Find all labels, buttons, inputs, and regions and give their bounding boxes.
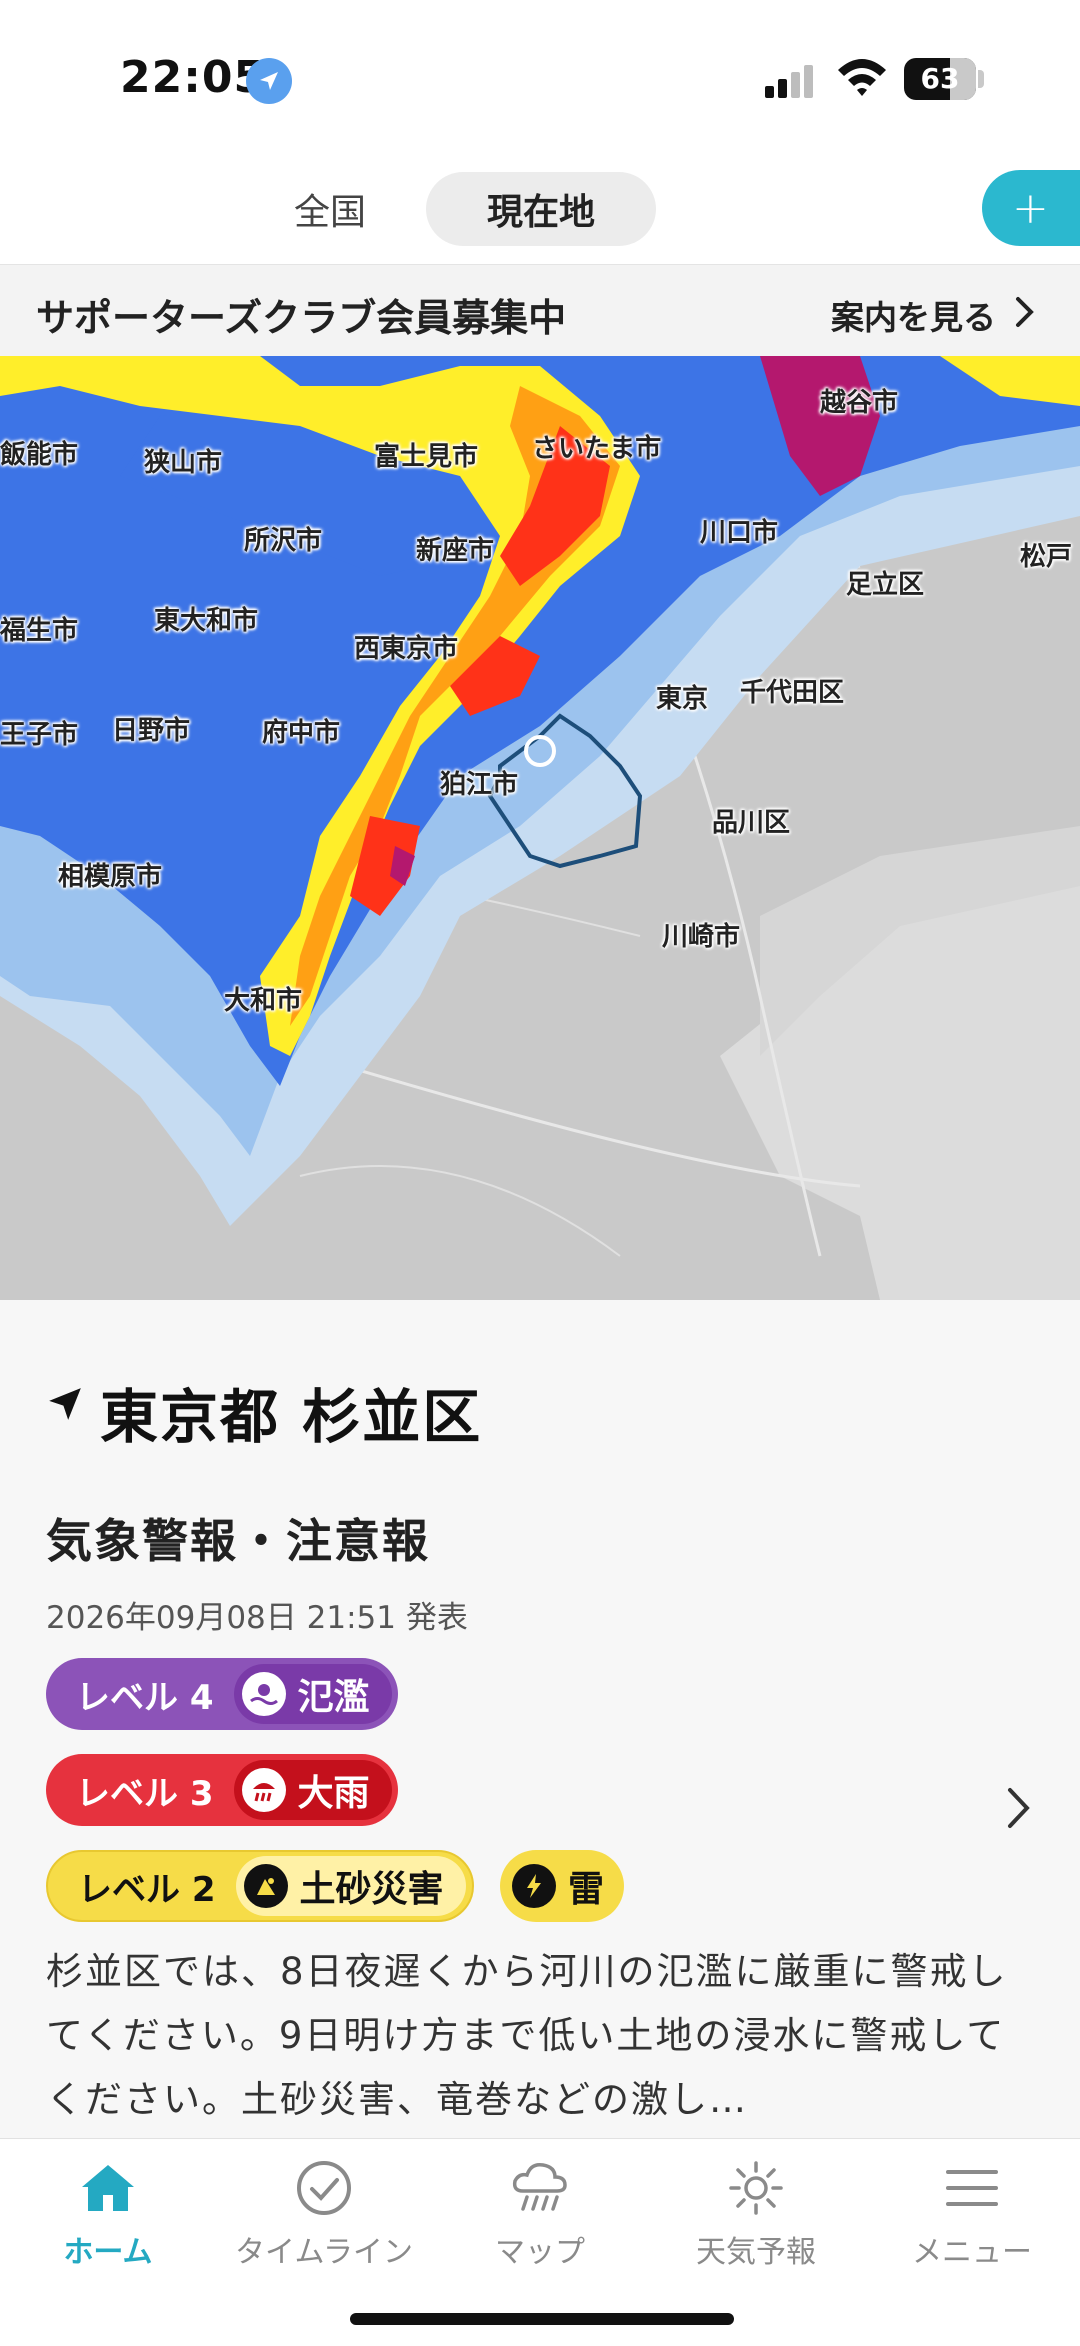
nav-forecast-label: 天気予報: [696, 2235, 816, 2270]
warning-thunder[interactable]: 雷: [500, 1850, 625, 1922]
map-label-yamato: 大和市: [224, 986, 303, 1016]
map-label-niiza: 新座市: [416, 536, 495, 566]
map-label-fujimi: 富士見市: [374, 442, 479, 472]
warning-level2-label: レベル 2: [78, 1869, 216, 1910]
map-label-higashiyamato: 東大和市: [154, 606, 259, 636]
home-icon: [0, 2153, 216, 2223]
nav-menu[interactable]: メニュー: [864, 2153, 1080, 2273]
nav-timeline-label: タイムライン: [235, 2235, 413, 2270]
add-location-button[interactable]: +: [982, 170, 1080, 246]
battery-icon: 63: [904, 58, 976, 100]
sun-icon: [648, 2153, 864, 2223]
map-label-adachi: 足立区: [846, 570, 925, 600]
map-label-saitama: さいたま市: [532, 434, 662, 464]
map-label-chiyoda: 千代田区: [740, 678, 845, 708]
nav-menu-label: メニュー: [912, 2235, 1032, 2270]
map-label-kawaguchi: 川口市: [700, 518, 779, 548]
menu-icon: [864, 2153, 1080, 2223]
location-title: 東京都 杉並区: [100, 1383, 483, 1451]
nav-timeline[interactable]: タイムライン: [216, 2153, 432, 2273]
map-label-tokorozawa: 所沢市: [244, 526, 323, 556]
warning-level2-landslide[interactable]: レベル 2 土砂災害: [46, 1850, 474, 1922]
location-services-icon: [246, 58, 292, 104]
heavy-rain-icon: [241, 1768, 286, 1812]
warning-level4-flood[interactable]: レベル 4 氾濫: [46, 1658, 398, 1730]
map-label-matsudo: 松戸: [1020, 542, 1073, 572]
warning-level3-heavy-rain[interactable]: レベル 3 大雨: [46, 1754, 398, 1826]
tab-nationwide[interactable]: 全国: [250, 172, 410, 246]
nav-map-label: マップ: [495, 2235, 585, 2270]
warning-level4-label: レベル 4: [76, 1677, 214, 1718]
status-bar: 22:05 63: [0, 0, 1080, 160]
cellular-signal-icon: [765, 64, 815, 98]
nav-forecast[interactable]: 天気予報: [648, 2153, 864, 2273]
warning-level4-name: 氾濫: [297, 1677, 370, 1718]
map-label-hino: 日野市: [112, 716, 191, 746]
supporters-club-banner[interactable]: サポーターズクラブ会員募集中 案内を見る: [0, 264, 1080, 356]
warnings-chevron-right-icon[interactable]: [1006, 1786, 1032, 1830]
rain-cloud-icon: [432, 2153, 648, 2223]
home-indicator[interactable]: [350, 2313, 734, 2325]
warnings-issued-time: 2026年09月08日 21:51 発表: [46, 1600, 468, 1636]
status-time: 22:05: [120, 52, 266, 103]
nav-home[interactable]: ホーム: [0, 2153, 216, 2273]
warning-level3-name: 大雨: [297, 1773, 370, 1814]
chevron-right-icon: [1016, 297, 1034, 327]
banner-title: サポーターズクラブ会員募集中: [36, 296, 567, 340]
tab-current-location[interactable]: 現在地: [426, 172, 656, 246]
rain-radar-map[interactable]: 飯能市 狭山市 富士見市 さいたま市 越谷市 所沢市 新座市 川口市 松戸 足立…: [0, 356, 1080, 1300]
battery-level: 63: [920, 62, 960, 95]
map-label-koshigaya: 越谷市: [820, 388, 899, 418]
map-label-sayama: 狭山市: [144, 448, 223, 478]
landslide-icon: [243, 1864, 288, 1908]
map-label-hachioji: 王子市: [0, 720, 79, 750]
radar-canvas: [0, 356, 1080, 1300]
location-arrow-icon: [49, 1388, 81, 1420]
thunder-icon: [512, 1864, 556, 1908]
timeline-icon: [216, 2153, 432, 2223]
nav-home-label: ホーム: [63, 2235, 153, 2270]
warnings-section-title: 気象警報・注意報: [46, 1514, 430, 1568]
warning-thunder-name: 雷: [568, 1869, 605, 1910]
map-label-sagamihara: 相模原市: [58, 862, 163, 892]
warning-level3-label: レベル 3: [76, 1773, 214, 1814]
map-label-komae: 狛江市: [440, 770, 519, 800]
map-label-fussa: 福生市: [0, 616, 79, 646]
warning-level2-name: 土砂災害: [299, 1869, 444, 1910]
nav-map[interactable]: マップ: [432, 2153, 648, 2273]
battery-tip: [978, 70, 984, 88]
map-label-kawasaki: 川崎市: [662, 922, 741, 952]
map-label-tokyo: 東京: [656, 684, 709, 714]
map-label-shinagawa: 品川区: [712, 808, 791, 838]
map-label-nishitokyo: 西東京市: [354, 634, 459, 664]
app-screen: 22:05 63 全国 現在地 + サポーターズクラブ会員募集中 案内を見る 飯…: [0, 0, 1080, 2346]
flood-icon: [241, 1672, 286, 1716]
banner-link[interactable]: 案内を見る: [831, 291, 996, 339]
wifi-icon: [838, 59, 886, 96]
warnings-description: 杉並区では、8日夜遅くから河川の氾濫に厳重に警戒してください。9日明け方まで低い…: [46, 1950, 1008, 2121]
map-label-hanno: 飯能市: [0, 440, 79, 470]
map-label-fuchu: 府中市: [262, 718, 341, 748]
